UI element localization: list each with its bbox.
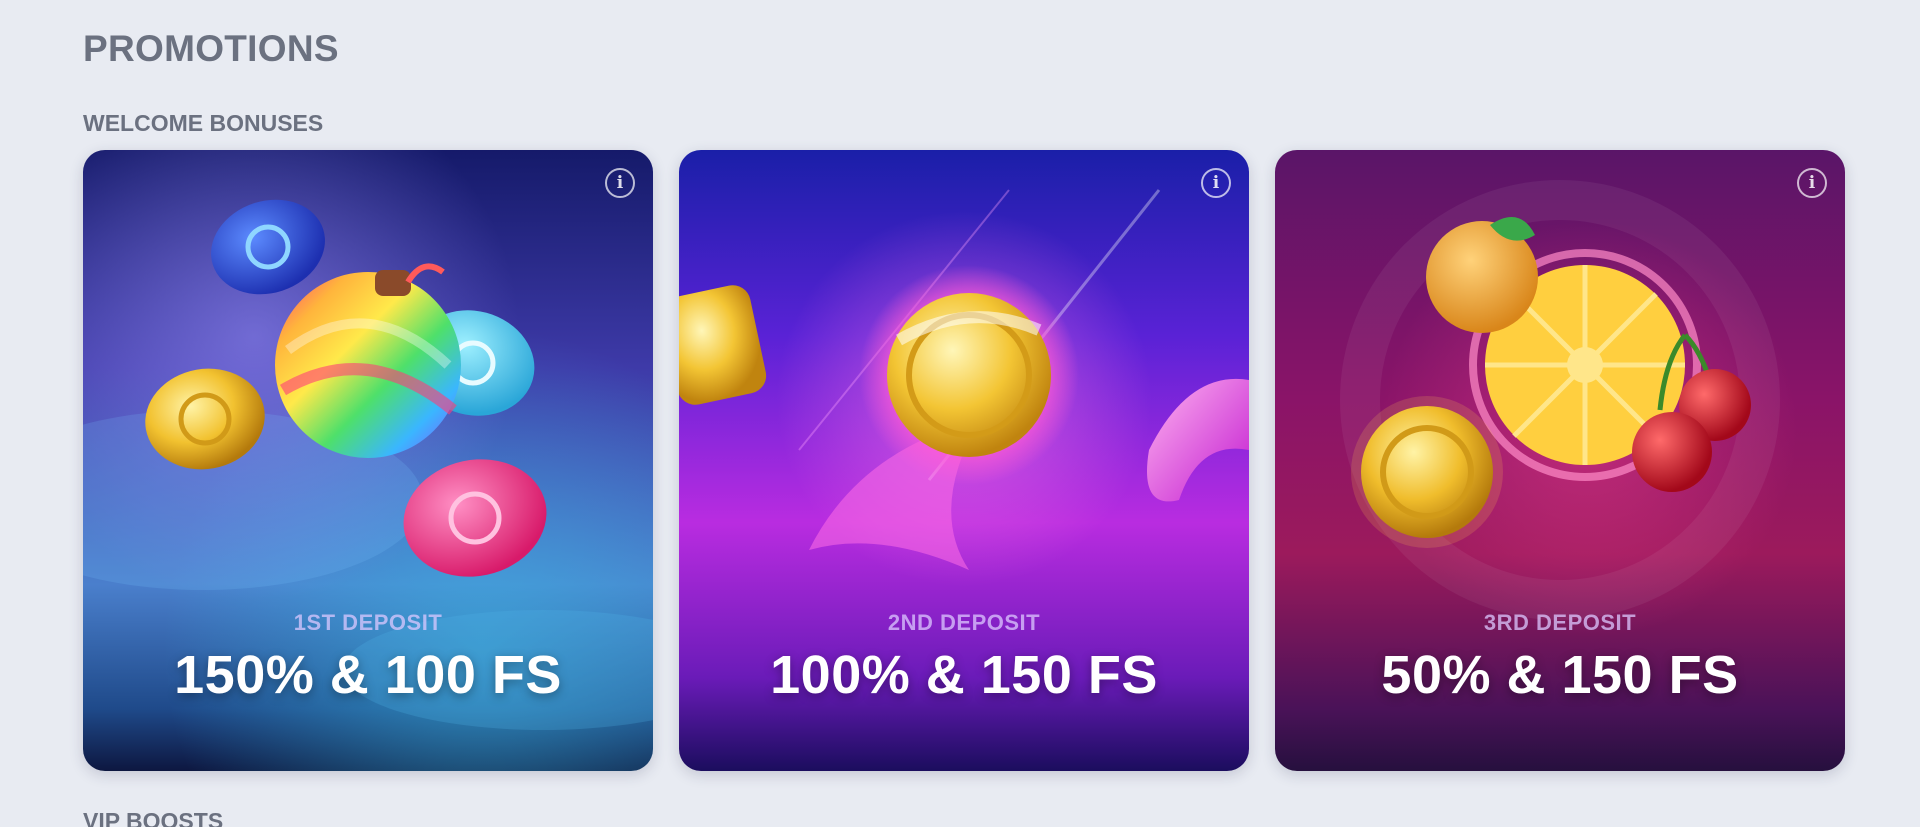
card-offer: 50% & 150 FS xyxy=(1381,645,1739,705)
info-icon[interactable]: i xyxy=(605,168,635,198)
bonus-card-3rd-deposit[interactable]: i 3RD DEPOSIT 50% & 150 FS xyxy=(1275,150,1845,771)
card-offer: 150% & 100 FS xyxy=(174,645,562,705)
section-title-welcome-bonuses: WELCOME BONUSES xyxy=(83,110,324,136)
info-icon[interactable]: i xyxy=(1797,168,1827,198)
info-icon[interactable]: i xyxy=(1201,168,1231,198)
bonus-card-1st-deposit[interactable]: i 1ST DEPOSIT 150% & 100 FS xyxy=(83,150,653,771)
welcome-bonus-cards: i 1ST DEPOSIT 150% & 100 FS i 2ND DEPOSI… xyxy=(83,150,1845,771)
card-offer: 100% & 150 FS xyxy=(770,645,1158,705)
card-subtitle: 2ND DEPOSIT xyxy=(887,610,1041,635)
card-subtitle: 3RD DEPOSIT xyxy=(1483,610,1637,635)
page-title: PROMOTIONS xyxy=(83,28,339,69)
section-title-vip-boosts: VIP BOOSTS xyxy=(83,808,224,827)
bonus-card-2nd-deposit[interactable]: i 2ND DEPOSIT 100% & 150 FS xyxy=(679,150,1249,771)
card-subtitle: 1ST DEPOSIT xyxy=(293,610,443,635)
promotions-page: PROMOTIONS WELCOME BONUSES i 1ST DEPOSIT… xyxy=(0,0,1920,827)
